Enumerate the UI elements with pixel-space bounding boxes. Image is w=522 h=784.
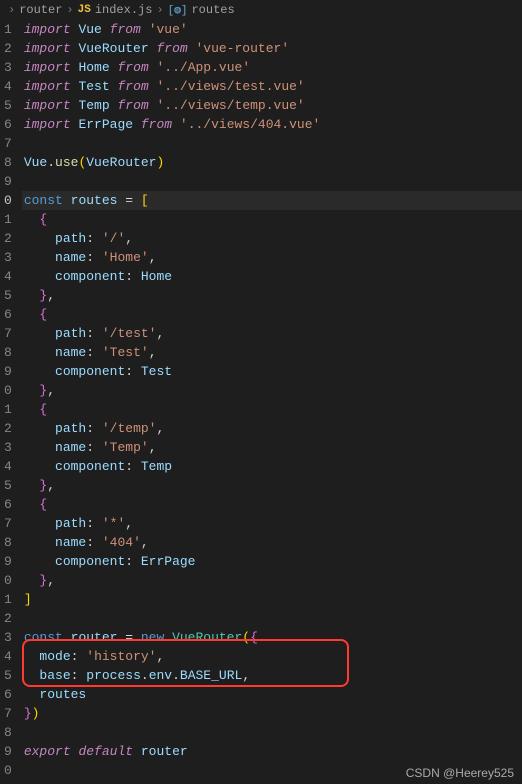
code-line[interactable]: name: '404', [22, 533, 522, 552]
code-line[interactable]: path: '*', [22, 514, 522, 533]
code-line[interactable]: import Vue from 'vue' [22, 20, 522, 39]
code-line[interactable]: const routes = [ [22, 191, 522, 210]
code-line[interactable] [22, 723, 522, 742]
code-line[interactable]: { [22, 400, 522, 419]
code-line[interactable]: routes [22, 685, 522, 704]
code-line[interactable]: import ErrPage from '../views/404.vue' [22, 115, 522, 134]
code-line[interactable]: Vue.use(VueRouter) [22, 153, 522, 172]
code-line[interactable]: }, [22, 476, 522, 495]
code-line[interactable]: base: process.env.BASE_URL, [22, 666, 522, 685]
code-line[interactable]: path: '/temp', [22, 419, 522, 438]
code-line[interactable]: name: 'Home', [22, 248, 522, 267]
breadcrumb[interactable]: › router › JS index.js › [◍] routes [0, 0, 522, 20]
code-line[interactable]: ] [22, 590, 522, 609]
chevron-right-icon: › [156, 3, 163, 17]
code-line[interactable]: const router = new VueRouter({ [22, 628, 522, 647]
code-line[interactable]: }, [22, 286, 522, 305]
code-line[interactable]: import Home from '../App.vue' [22, 58, 522, 77]
code-line[interactable]: }, [22, 381, 522, 400]
code-line[interactable]: export default router [22, 742, 522, 761]
code-line[interactable]: path: '/', [22, 229, 522, 248]
code-line[interactable]: import Temp from '../views/temp.vue' [22, 96, 522, 115]
code-line[interactable]: component: Home [22, 267, 522, 286]
code-line[interactable]: { [22, 495, 522, 514]
code-editor[interactable]: 1234567890123456789012345678901234567890… [0, 20, 522, 780]
code-line[interactable]: component: ErrPage [22, 552, 522, 571]
code-line[interactable]: }, [22, 571, 522, 590]
code-line[interactable]: component: Temp [22, 457, 522, 476]
code-line[interactable]: import VueRouter from 'vue-router' [22, 39, 522, 58]
breadcrumb-file[interactable]: index.js [95, 3, 153, 17]
variable-icon: [◍] [168, 3, 188, 17]
code-line[interactable]: path: '/test', [22, 324, 522, 343]
code-line[interactable]: name: 'Temp', [22, 438, 522, 457]
code-line[interactable]: mode: 'history', [22, 647, 522, 666]
code-line[interactable] [22, 609, 522, 628]
breadcrumb-folder[interactable]: router [19, 3, 62, 17]
code-line[interactable]: import Test from '../views/test.vue' [22, 77, 522, 96]
watermark: CSDN @Heerey525 [406, 766, 514, 780]
code-line[interactable]: { [22, 305, 522, 324]
code-area[interactable]: import Vue from 'vue' import VueRouter f… [22, 20, 522, 780]
code-line[interactable] [22, 134, 522, 153]
chevron-right-icon: › [66, 3, 73, 17]
code-line[interactable]: component: Test [22, 362, 522, 381]
js-icon: JS [78, 4, 91, 16]
gutter: 1234567890123456789012345678901234567890 [0, 20, 22, 780]
breadcrumb-symbol[interactable]: routes [191, 3, 234, 17]
code-line[interactable]: name: 'Test', [22, 343, 522, 362]
code-line[interactable]: { [22, 210, 522, 229]
chevron-right-icon: › [8, 3, 15, 17]
code-line[interactable] [22, 172, 522, 191]
code-line[interactable]: }) [22, 704, 522, 723]
